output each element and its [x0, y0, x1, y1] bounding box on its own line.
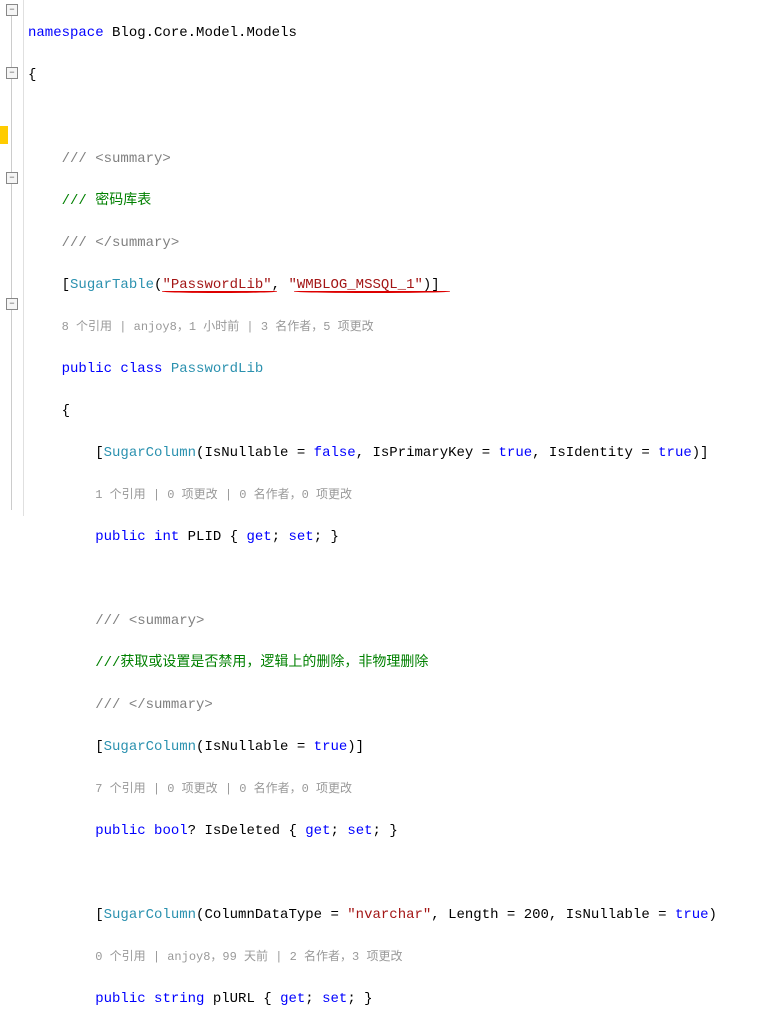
keyword-true: true	[499, 445, 533, 461]
prop-plid: PLID {	[179, 529, 246, 545]
annotation-underline	[294, 290, 450, 293]
blank-line	[28, 569, 759, 590]
xml-doc-text: /// 密码库表	[62, 193, 152, 209]
keyword-true: true	[314, 739, 348, 755]
fold-minus-icon[interactable]: −	[6, 4, 18, 16]
fold-minus-icon[interactable]: −	[6, 67, 18, 79]
keyword-public: public	[95, 823, 145, 839]
xml-doc-summary-close: /// </summary>	[95, 697, 213, 713]
change-marker	[0, 126, 8, 144]
blank-line	[28, 107, 759, 128]
attr-args: , Length = 200, IsNullable =	[431, 907, 675, 923]
codelens-class[interactable]: 8 个引用 | anjoy8，1 小时前 | 3 名作者，5 项更改	[62, 320, 374, 334]
prop-plurl: plURL {	[204, 991, 280, 1007]
prop-close: ; }	[347, 991, 372, 1007]
attr-bracket-open: [	[95, 739, 103, 755]
attr-args: , IsPrimaryKey =	[356, 445, 499, 461]
blank-line	[28, 863, 759, 884]
xml-doc-text: ///获取或设置是否禁用，逻辑上的删除，非物理删除	[95, 655, 428, 671]
string-nvarchar: "nvarchar"	[347, 907, 431, 923]
attr-bracket-open: [	[62, 277, 70, 293]
keyword-get: get	[305, 823, 330, 839]
keyword-get: get	[280, 991, 305, 1007]
code-editor-content[interactable]: namespace Blog.Core.Model.Models { /// <…	[24, 0, 759, 516]
attr-sugarcolumn: SugarColumn	[104, 907, 196, 923]
class-name: PasswordLib	[171, 361, 263, 377]
keyword-public: public	[95, 991, 145, 1007]
brace-open: {	[28, 67, 36, 83]
attr-close: )]	[692, 445, 709, 461]
codelens-plid[interactable]: 1 个引用 | 0 项更改 | 0 名作者，0 项更改	[95, 488, 352, 502]
keyword-bool: bool	[146, 823, 188, 839]
xml-doc-summary-close: /// </summary>	[62, 235, 180, 251]
prop-close: ; }	[314, 529, 339, 545]
namespace-name: Blog.Core.Model.Models	[104, 25, 297, 41]
attr-sugarcolumn: SugarColumn	[104, 445, 196, 461]
keyword-true: true	[675, 907, 709, 923]
keyword-set: set	[289, 529, 314, 545]
attr-args: , IsIdentity =	[532, 445, 658, 461]
keyword-true: true	[658, 445, 692, 461]
codelens-plurl[interactable]: 0 个引用 | anjoy8，99 天前 | 2 名作者，3 项更改	[95, 950, 402, 964]
keyword-class: class	[112, 361, 171, 377]
fold-minus-icon[interactable]: −	[6, 172, 18, 184]
attr-sugarcolumn: SugarColumn	[104, 739, 196, 755]
annotation-underline	[162, 290, 277, 293]
code-fold-gutter: − − − −	[0, 0, 24, 516]
codelens-isdeleted[interactable]: 7 个引用 | 0 项更改 | 0 名作者，0 项更改	[95, 782, 352, 796]
keyword-set: set	[322, 991, 347, 1007]
keyword-int: int	[146, 529, 180, 545]
keyword-string: string	[146, 991, 205, 1007]
keyword-false: false	[314, 445, 356, 461]
keyword-get: get	[246, 529, 271, 545]
nullable-marker: ?	[188, 823, 196, 839]
attr-bracket-open: [	[95, 907, 103, 923]
attr-args: (ColumnDataType =	[196, 907, 347, 923]
attr-sugartable: SugarTable	[70, 277, 154, 293]
attr-close: )]	[347, 739, 364, 755]
xml-doc-summary-open: /// <summary>	[62, 151, 171, 167]
keyword-public: public	[62, 361, 112, 377]
prop-isdeleted: IsDeleted {	[196, 823, 305, 839]
brace-open: {	[62, 403, 70, 419]
fold-minus-icon[interactable]: −	[6, 298, 18, 310]
attr-args: (IsNullable =	[196, 445, 314, 461]
keyword-namespace: namespace	[28, 25, 104, 41]
fold-guide-line	[11, 10, 12, 510]
prop-close: ; }	[373, 823, 398, 839]
keyword-set: set	[347, 823, 372, 839]
attr-bracket-open: [	[95, 445, 103, 461]
attr-args: (IsNullable =	[196, 739, 314, 755]
xml-doc-summary-open: /// <summary>	[95, 613, 204, 629]
keyword-public: public	[95, 529, 145, 545]
